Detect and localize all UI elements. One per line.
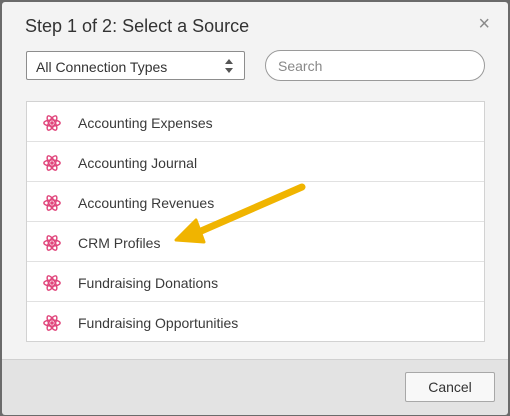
dialog-footer: Cancel [2, 359, 508, 415]
cancel-button[interactable]: Cancel [405, 372, 495, 402]
close-icon[interactable]: × [478, 14, 490, 34]
source-row-fundraising-opportunities[interactable]: Fundraising Opportunities [27, 302, 484, 342]
source-label: Fundraising Opportunities [78, 315, 239, 331]
source-row-accounting-journal[interactable]: Accounting Journal [27, 142, 484, 182]
source-label: CRM Profiles [78, 235, 161, 251]
source-label: Accounting Journal [78, 155, 198, 171]
dialog-title: Step 1 of 2: Select a Source [25, 16, 250, 36]
atom-icon [43, 115, 61, 131]
source-row-fundraising-donations[interactable]: Fundraising Donations [27, 262, 484, 302]
atom-icon [43, 235, 61, 251]
atom-icon [43, 315, 61, 331]
source-label: Accounting Expenses [78, 115, 213, 131]
connection-type-select[interactable]: All Connection Types [26, 51, 245, 80]
atom-icon [43, 155, 61, 171]
connection-type-value: All Connection Types [36, 59, 168, 75]
source-row-accounting-expenses[interactable]: Accounting Expenses [27, 102, 484, 142]
annotation-arrow-icon [174, 183, 306, 244]
atom-icon [43, 275, 61, 291]
source-label: Fundraising Donations [78, 275, 219, 291]
select-arrows-icon [225, 59, 233, 73]
atom-icon [43, 195, 61, 211]
search-input[interactable] [265, 50, 485, 81]
